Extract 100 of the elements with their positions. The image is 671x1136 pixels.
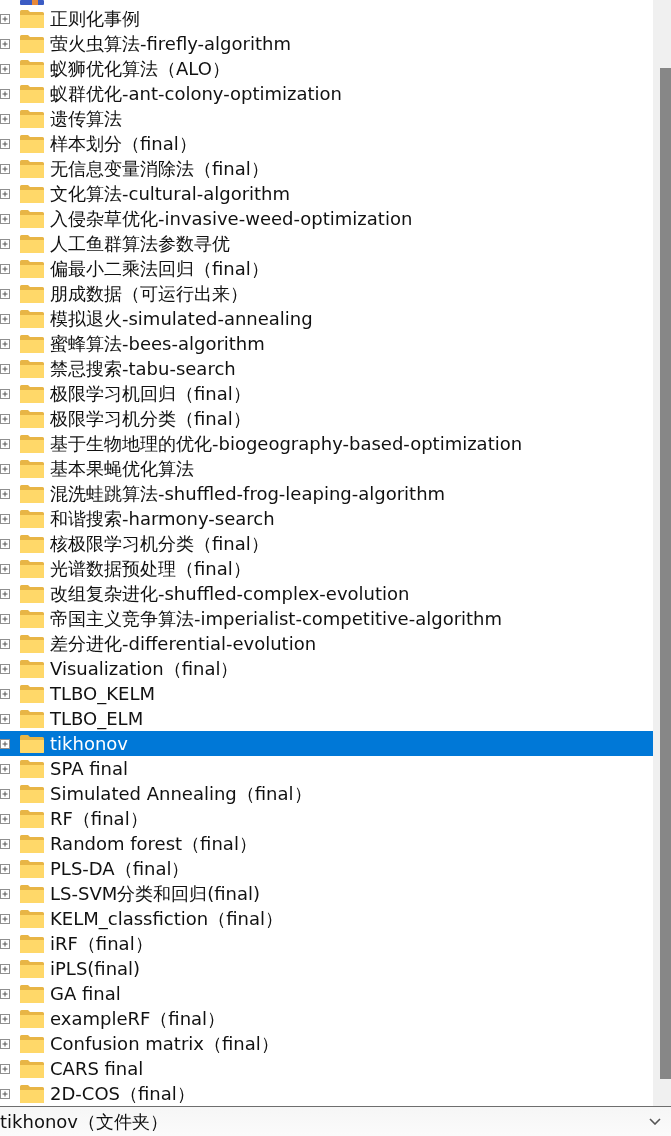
folder-icon	[20, 1034, 44, 1053]
expand-icon[interactable]	[0, 988, 10, 999]
tree-item[interactable]: 蚁狮优化算法（ALO）	[0, 56, 653, 81]
expand-icon[interactable]	[0, 313, 10, 324]
tree-item[interactable]: 差分进化-differential-evolution	[0, 631, 653, 656]
folder-icon	[20, 884, 44, 903]
expand-icon[interactable]	[0, 1088, 10, 1099]
expand-icon[interactable]	[0, 863, 10, 874]
expand-icon[interactable]	[0, 163, 10, 174]
tree-item[interactable]: 2D-COS（final）	[0, 1081, 653, 1106]
expand-icon[interactable]	[0, 813, 10, 824]
expand-icon[interactable]	[0, 613, 10, 624]
expand-icon[interactable]	[0, 1013, 10, 1024]
expand-icon[interactable]	[0, 488, 10, 499]
expand-icon[interactable]	[0, 238, 10, 249]
status-text: tikhonov（文件夹）	[0, 1109, 168, 1134]
expand-icon[interactable]	[0, 1063, 10, 1074]
tree-item[interactable]: KELM_classfiction（final）	[0, 906, 653, 931]
expand-icon[interactable]	[0, 963, 10, 974]
tree-item[interactable]: 禁忌搜索-tabu-search	[0, 356, 653, 381]
tree-item[interactable]: 光谱数据预处理（final）	[0, 556, 653, 581]
tree-item[interactable]: 萤火虫算法-firefly-algorithm	[0, 31, 653, 56]
tree-item[interactable]: Simulated Annealing（final）	[0, 781, 653, 806]
tree-item[interactable]: TLBO_KELM	[0, 681, 653, 706]
expand-icon[interactable]	[0, 538, 10, 549]
expand-icon[interactable]	[0, 463, 10, 474]
expand-icon[interactable]	[0, 13, 10, 24]
expand-icon[interactable]	[0, 938, 10, 949]
expand-icon[interactable]	[0, 1038, 10, 1049]
expand-icon[interactable]	[0, 663, 10, 674]
expand-icon[interactable]	[0, 838, 10, 849]
expand-icon[interactable]	[0, 688, 10, 699]
expand-icon[interactable]	[0, 738, 10, 749]
folder-icon	[20, 334, 44, 353]
tree-item[interactable]: exampleRF（final）	[0, 1006, 653, 1031]
expand-icon[interactable]	[0, 563, 10, 574]
expand-icon[interactable]	[0, 513, 10, 524]
expand-icon[interactable]	[0, 388, 10, 399]
tree-item[interactable]: TLBO_ELM	[0, 706, 653, 731]
expand-icon[interactable]	[0, 788, 10, 799]
folder-icon	[20, 509, 44, 528]
tree-item[interactable]: 遗传算法	[0, 106, 653, 131]
tree-item[interactable]: 朋成数据（可运行出来）	[0, 281, 653, 306]
tree-item[interactable]: 样本划分（final）	[0, 131, 653, 156]
expand-icon[interactable]	[0, 288, 10, 299]
tree-item[interactable]: 蜜蜂算法-bees-algorithm	[0, 331, 653, 356]
scrollbar-track[interactable]	[653, 0, 671, 1106]
tree-item[interactable]: LS-SVM分类和回归(final)	[0, 881, 653, 906]
expand-icon[interactable]	[0, 713, 10, 724]
expand-icon[interactable]	[0, 913, 10, 924]
tree-item[interactable]: 入侵杂草优化-invasive-weed-optimization	[0, 206, 653, 231]
tree-item[interactable]: Visualization（final）	[0, 656, 653, 681]
expand-icon[interactable]	[0, 588, 10, 599]
tree-item[interactable]: GA final	[0, 981, 653, 1006]
expand-icon[interactable]	[0, 363, 10, 374]
folder-icon	[20, 159, 44, 178]
tree-item[interactable]: PLS-DA（final）	[0, 856, 653, 881]
tree-item[interactable]: 无信息变量消除法（final）	[0, 156, 653, 181]
tree-item[interactable]: Random forest（final）	[0, 831, 653, 856]
expand-icon[interactable]	[0, 88, 10, 99]
tree-item[interactable]: 正则化事例	[0, 6, 653, 31]
tree-item[interactable]: 改组复杂进化-shuffled-complex-evolution	[0, 581, 653, 606]
expand-icon[interactable]	[0, 338, 10, 349]
scrollbar-thumb[interactable]	[660, 68, 671, 1079]
tree-item[interactable]: 蚁群优化-ant-colony-optimization	[0, 81, 653, 106]
expand-icon[interactable]	[0, 138, 10, 149]
expand-icon[interactable]	[0, 263, 10, 274]
tree-item[interactable]: 偏最小二乘法回归（final）	[0, 256, 653, 281]
tree-item[interactable]: 文化算法-cultural-algorithm	[0, 181, 653, 206]
tree-item[interactable]: 人工鱼群算法参数寻优	[0, 231, 653, 256]
expand-icon[interactable]	[0, 763, 10, 774]
tree-item[interactable]: 和谐搜索-harmony-search	[0, 506, 653, 531]
tree-item[interactable]: tikhonov	[0, 731, 653, 756]
expand-icon[interactable]	[0, 213, 10, 224]
expand-icon[interactable]	[0, 63, 10, 74]
folder-icon	[20, 734, 44, 753]
tree-item[interactable]: CARS final	[0, 1056, 653, 1081]
tree-item[interactable]: iPLS(final)	[0, 956, 653, 981]
tree-item[interactable]: RF（final）	[0, 806, 653, 831]
expand-icon[interactable]	[0, 413, 10, 424]
expand-icon[interactable]	[0, 888, 10, 899]
tree-item[interactable]: 极限学习机分类（final）	[0, 406, 653, 431]
tree-item[interactable]: SPA final	[0, 756, 653, 781]
tree-item[interactable]: 极限学习机回归（final）	[0, 381, 653, 406]
tree-item[interactable]: 核极限学习机分类（final）	[0, 531, 653, 556]
tree-item[interactable]: Confusion matrix（final）	[0, 1031, 653, 1056]
tree-item[interactable]: 基于生物地理的优化-biogeography-based-optimization	[0, 431, 653, 456]
tree-item[interactable]: 帝国主义竞争算法-imperialist-competitive-algorithm	[0, 606, 653, 631]
folder-icon	[20, 534, 44, 553]
expand-icon[interactable]	[0, 38, 10, 49]
tree-item[interactable]: 模拟退火-simulated-annealing	[0, 306, 653, 331]
expand-icon[interactable]	[0, 113, 10, 124]
folder-icon	[20, 109, 44, 128]
tree-item[interactable]: iRF（final）	[0, 931, 653, 956]
expand-icon[interactable]	[0, 638, 10, 649]
chevron-down-icon[interactable]	[649, 1118, 661, 1125]
expand-icon[interactable]	[0, 438, 10, 449]
tree-item[interactable]: 基本果蝇优化算法	[0, 456, 653, 481]
expand-icon[interactable]	[0, 188, 10, 199]
tree-item[interactable]: 混洗蛙跳算法-shuffled-frog-leaping-algorithm	[0, 481, 653, 506]
